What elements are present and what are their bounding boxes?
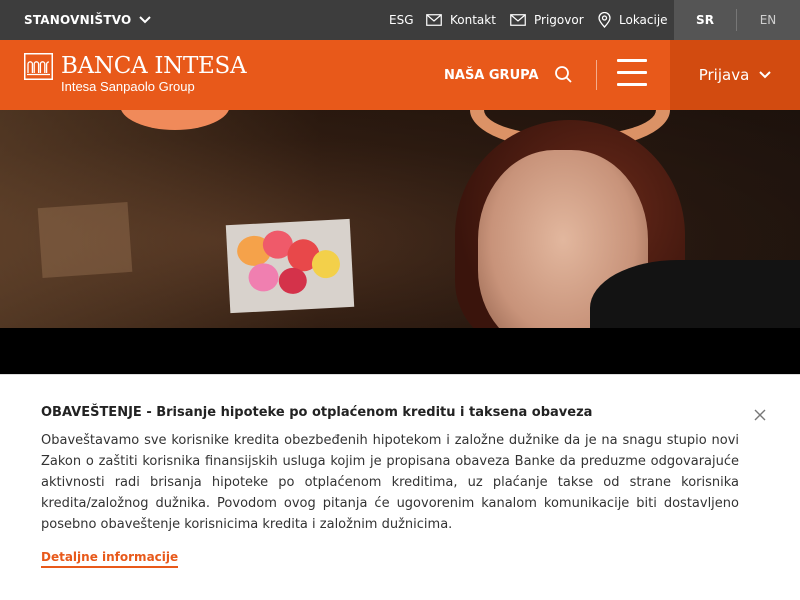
prigovor-label: Prigovor	[534, 13, 584, 27]
notice-body: Obaveštavamo sve korisnike kredita obezb…	[41, 433, 739, 532]
envelope-icon	[426, 14, 442, 26]
esg-link[interactable]: ESG	[389, 0, 414, 40]
logo-text: BANCA INTESA Intesa Sanpaolo Group	[61, 53, 247, 94]
language-switcher: SR EN	[674, 0, 800, 40]
logo-sub-text: Intesa Sanpaolo Group	[61, 79, 195, 94]
lokacije-label: Lokacije	[619, 13, 668, 27]
close-icon[interactable]	[754, 409, 766, 421]
logo-arches-icon	[24, 53, 53, 80]
hero-banner-image	[0, 110, 800, 328]
notice-title: OBAVEŠTENJE - Brisanje hipoteke po otpla…	[41, 405, 593, 420]
search-button[interactable]	[554, 65, 576, 87]
main-header: BANCA INTESA Intesa Sanpaolo Group NAŠA …	[0, 40, 800, 110]
nasa-grupa-link[interactable]: NAŠA GRUPA	[444, 40, 539, 110]
top-bar: STANOVNIŠTVO ESG Kontakt Prigovor Lokaci…	[0, 0, 800, 40]
notice-banner: OBAVEŠTENJE - Brisanje hipoteke po otpla…	[0, 374, 800, 600]
pin-icon	[598, 12, 611, 28]
esg-label: ESG	[389, 13, 414, 27]
chevron-down-icon	[759, 71, 771, 79]
login-label: Prijava	[698, 66, 750, 84]
segment-selector[interactable]: STANOVNIŠTVO	[24, 0, 152, 40]
chevron-down-icon	[139, 16, 152, 24]
header-divider	[596, 60, 597, 90]
login-button[interactable]: Prijava	[670, 40, 800, 110]
lang-sr[interactable]: SR	[674, 13, 736, 27]
hero-bottom-band	[0, 328, 800, 374]
bank-logo[interactable]: BANCA INTESA Intesa Sanpaolo Group	[24, 53, 247, 97]
details-link[interactable]: Detaljne informacije	[41, 550, 179, 568]
kontakt-link[interactable]: Kontakt	[426, 0, 496, 40]
lokacije-link[interactable]: Lokacije	[598, 0, 668, 40]
search-icon	[555, 66, 572, 83]
kontakt-label: Kontakt	[450, 13, 496, 27]
hamburger-menu-icon[interactable]	[617, 59, 649, 91]
segment-label: STANOVNIŠTVO	[24, 13, 132, 27]
lang-en[interactable]: EN	[737, 13, 799, 27]
envelope-icon	[510, 14, 526, 26]
prigovor-link[interactable]: Prigovor	[510, 0, 584, 40]
logo-main-text: BANCA INTESA	[61, 53, 247, 79]
